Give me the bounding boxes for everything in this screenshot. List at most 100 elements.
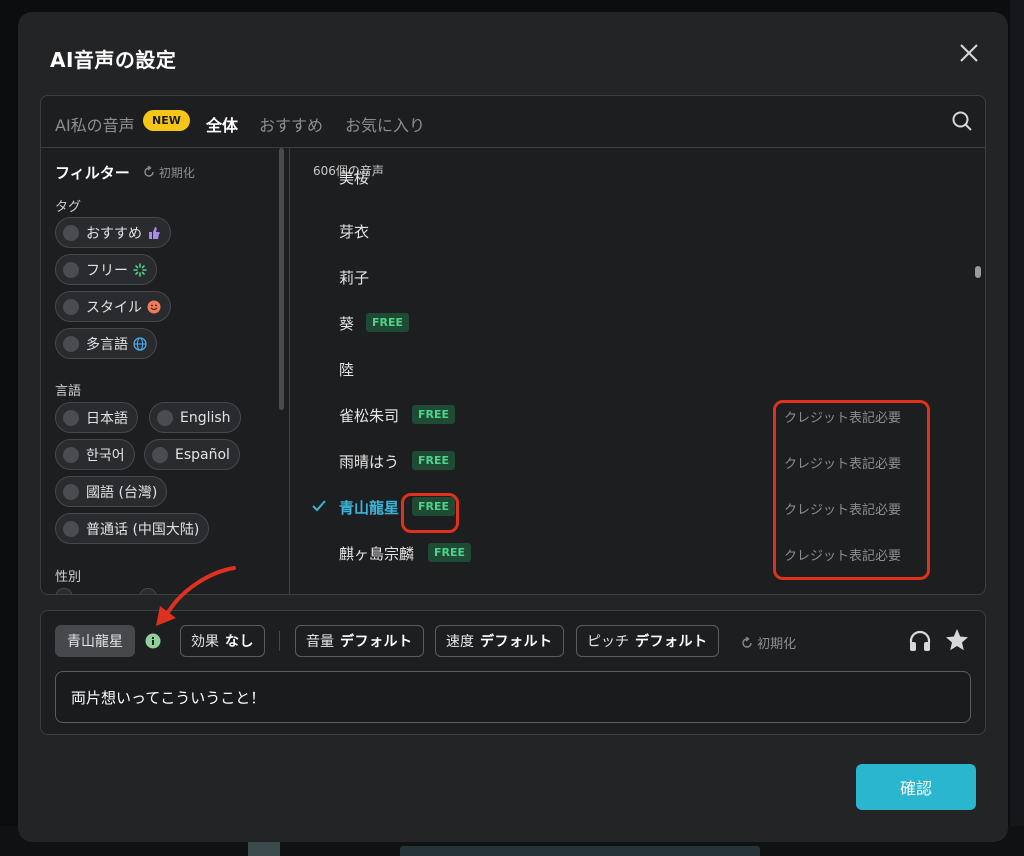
chip-radio	[63, 224, 79, 241]
voice-name: 葵	[339, 315, 355, 333]
smiley-icon	[147, 300, 161, 313]
close-icon	[960, 44, 978, 62]
tab-favorites[interactable]: お気に入り	[345, 112, 425, 136]
gender-chip[interactable]	[55, 588, 73, 594]
gender-section-label: 性別	[55, 570, 82, 585]
speech-text-input[interactable]: 両片想いってこういうこと！	[55, 671, 971, 723]
language-chip-english[interactable]: English	[149, 402, 241, 433]
voice-item-riko[interactable]: 莉子	[291, 258, 971, 298]
filter-reset-label: 初期化	[158, 166, 195, 180]
background-app-edge	[1010, 0, 1024, 856]
chip-label: フリー	[86, 262, 128, 279]
toolbar-divider	[279, 631, 280, 651]
tag-chip-style[interactable]: スタイル	[55, 291, 171, 322]
reset-icon	[742, 636, 752, 648]
credit-highlight-box	[773, 400, 930, 580]
voice-name: 芽衣	[339, 223, 370, 241]
speed-value: デフォルト	[480, 634, 553, 650]
voice-name: 雨晴はう	[339, 453, 400, 471]
language-chip-korean[interactable]: 한국어	[55, 439, 135, 470]
volume-value: デフォルト	[340, 634, 413, 650]
info-icon[interactable]	[145, 633, 161, 649]
editor-reset-label: 初期化	[757, 637, 797, 652]
selected-voice-chip[interactable]: 青山龍星	[55, 625, 135, 657]
search-button[interactable]	[951, 110, 973, 132]
pitch-button[interactable]: ピッチ デフォルト	[576, 625, 719, 657]
free-badge: FREE	[412, 405, 456, 424]
thumbs-up-icon	[149, 226, 160, 239]
free-badge: FREE	[366, 313, 410, 332]
chip-label: おすすめ	[86, 225, 142, 242]
voice-list-scrollbar[interactable]	[975, 266, 981, 278]
reset-icon	[144, 165, 154, 177]
free-badge-highlight-box	[401, 493, 459, 533]
chip-radio	[63, 409, 79, 426]
tab-my-ai-voice[interactable]: AI私の音声	[55, 112, 135, 136]
annotation-arrow-icon	[156, 566, 236, 626]
language-chip-taiwanese-mandarin[interactable]: 國語 (台灣)	[55, 476, 168, 507]
chip-label: 日本語	[86, 410, 128, 427]
tab-recommended[interactable]: おすすめ	[259, 112, 323, 136]
volume-button[interactable]: 音量 デフォルト	[295, 625, 424, 657]
volume-label: 音量	[306, 634, 334, 650]
tag-chip-recommended[interactable]: おすすめ	[55, 217, 171, 248]
confirm-button[interactable]: 確認	[856, 764, 976, 810]
effect-value: なし	[225, 634, 254, 650]
voice-name: 莉子	[339, 269, 370, 287]
language-section-label: 言語	[55, 384, 82, 399]
globe-icon	[133, 336, 147, 351]
tag-chip-free[interactable]: フリー	[55, 254, 157, 285]
chip-label: 多言語	[86, 336, 128, 353]
dialog-title: AI音声の設定	[50, 48, 177, 72]
sparkle-icon	[133, 262, 147, 277]
voice-item-mio[interactable]: 美桜	[291, 168, 971, 187]
chip-label: 普通话 (中国大陆)	[86, 521, 200, 538]
chip-label: 한국어	[86, 447, 125, 464]
language-chip-japanese[interactable]: 日本語	[55, 402, 138, 433]
ai-voice-settings-dialog: AI音声の設定 AI私の音声 NEW 全体 おすすめ お気に入り フィルター 初…	[18, 12, 1008, 842]
chip-label: English	[180, 409, 231, 426]
voice-item-aoi[interactable]: 葵 FREE	[291, 304, 971, 344]
voice-name: 麒ヶ島宗麟	[339, 545, 415, 563]
checkmark-icon	[312, 500, 326, 512]
voice-item-mei[interactable]: 芽衣	[291, 212, 971, 252]
editor-reset-button[interactable]: 初期化	[741, 633, 796, 652]
background-caption	[400, 846, 760, 856]
chip-radio	[63, 298, 79, 315]
headphones-icon[interactable]	[907, 628, 933, 654]
speed-label: 速度	[446, 634, 474, 650]
tag-section-label: タグ	[55, 200, 82, 215]
search-icon	[952, 111, 972, 131]
star-icon[interactable]	[944, 627, 970, 653]
tab-all[interactable]: 全体	[206, 112, 238, 136]
new-badge: NEW	[143, 110, 190, 131]
chip-radio	[63, 335, 79, 352]
filter-title: フィルター	[55, 164, 130, 182]
language-chip-mainland-mandarin[interactable]: 普通话 (中国大陆)	[55, 513, 210, 544]
filter-sidebar: フィルター 初期化 タグ おすすめ フリー スタイル 多言語 言語 日本語 En…	[41, 148, 290, 594]
voice-name: 青山龍星	[339, 499, 400, 517]
filter-reset-button[interactable]: 初期化	[143, 164, 195, 181]
chip-radio	[63, 261, 79, 278]
pitch-label: ピッチ	[587, 634, 629, 650]
sidebar-scrollbar[interactable]	[279, 148, 284, 410]
free-badge: FREE	[412, 451, 456, 470]
free-badge: FREE	[428, 543, 472, 562]
chip-radio	[63, 446, 79, 463]
voice-name: 美桜	[339, 169, 370, 187]
chip-label: 國語 (台灣)	[86, 484, 158, 501]
chip-radio	[157, 409, 173, 426]
chip-label: Español	[175, 446, 230, 463]
voice-item-riku[interactable]: 陸	[291, 350, 971, 390]
voice-name: 陸	[339, 361, 355, 379]
pitch-value: デフォルト	[635, 634, 708, 650]
language-chip-spanish[interactable]: Español	[144, 439, 240, 470]
effect-label: 効果	[191, 634, 219, 650]
tag-chip-multilingual[interactable]: 多言語	[55, 328, 157, 359]
chip-radio	[63, 520, 79, 537]
voice-name: 雀松朱司	[339, 407, 400, 425]
chip-radio	[152, 446, 168, 463]
close-button[interactable]	[958, 42, 980, 64]
speed-button[interactable]: 速度 デフォルト	[435, 625, 564, 657]
chip-label: スタイル	[86, 299, 142, 316]
